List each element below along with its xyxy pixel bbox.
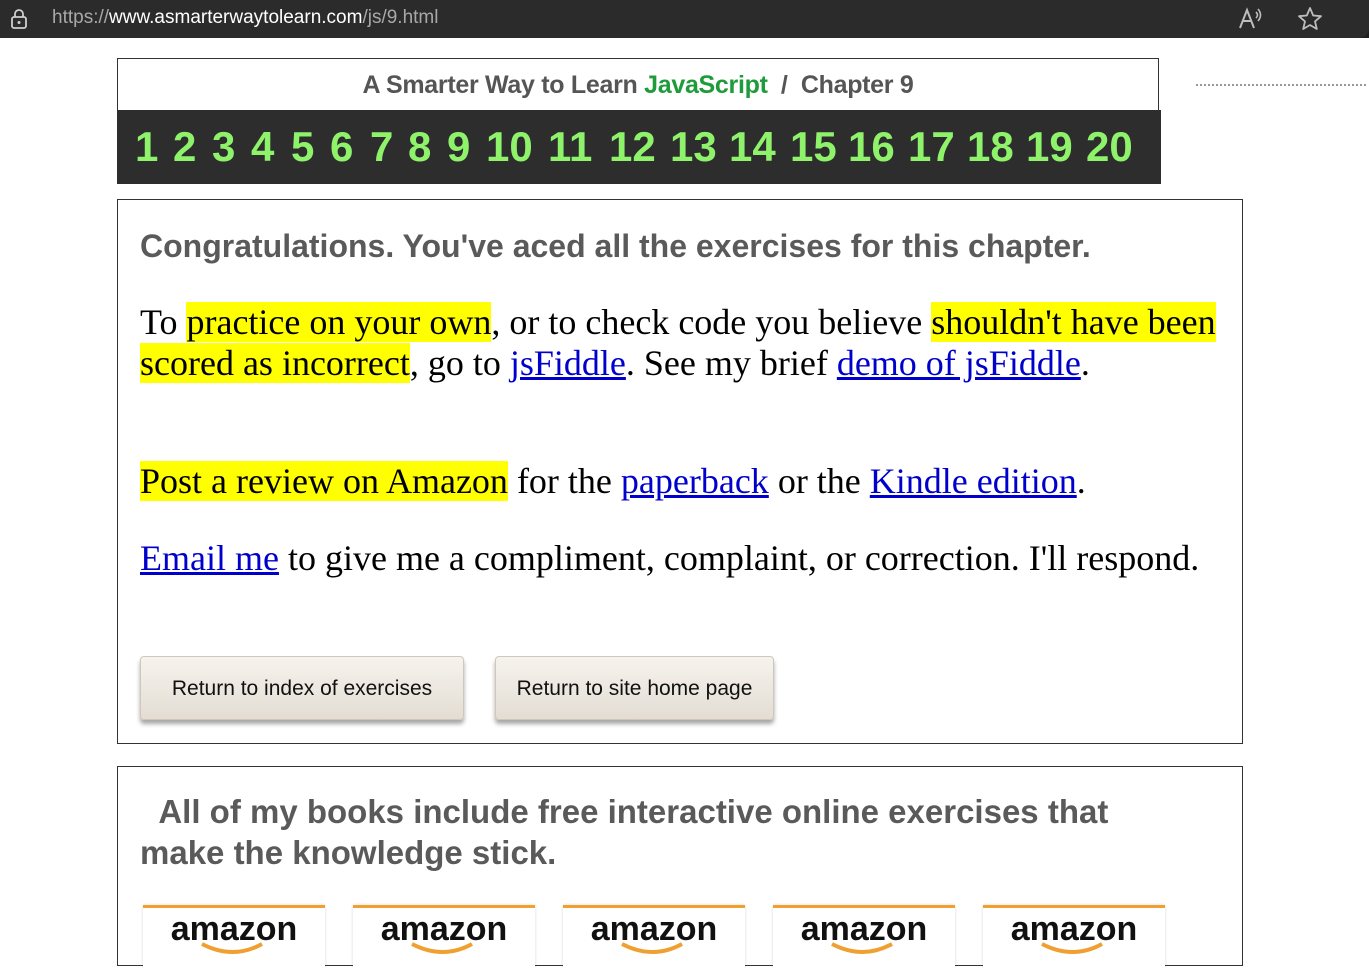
amazon-badge[interactable]: amazon <box>563 905 745 968</box>
p2-text-3: . <box>1076 461 1086 501</box>
chapter-link-20[interactable]: 20 <box>1086 122 1133 172</box>
url-scheme: https:// <box>52 7 110 28</box>
amazon-smile-icon <box>201 942 263 954</box>
address-bar[interactable]: https://www.asmarterwaytolearn.com/js/9.… <box>0 0 1369 38</box>
p3-text-1: to give me a compliment, complaint, or c… <box>278 538 1200 578</box>
chapter-link-7[interactable]: 7 <box>370 122 393 172</box>
books-heading: All of my books include free interactive… <box>140 791 1200 873</box>
books-panel: All of my books include free interactive… <box>117 766 1243 968</box>
amazon-smile-icon <box>1041 942 1103 954</box>
p2-text-2: or the <box>768 461 870 501</box>
chapter-link-12[interactable]: 12 <box>609 122 656 172</box>
email-link[interactable]: Email me <box>140 538 279 578</box>
return-index-button[interactable]: Return to index of exercises <box>140 656 464 720</box>
brand-javascript: JavaScript <box>644 71 768 99</box>
chapter-link-6[interactable]: 6 <box>330 122 353 172</box>
chapter-link-13[interactable]: 13 <box>670 122 717 172</box>
amazon-smile-icon <box>831 942 893 954</box>
amazon-badge[interactable]: amazon <box>773 905 955 968</box>
chapter-link-19[interactable]: 19 <box>1026 122 1073 172</box>
p1-text-3: , go to <box>409 343 510 383</box>
chapter-link-9[interactable]: 9 <box>447 122 470 172</box>
jsfiddle-demo-link[interactable]: demo of jsFiddle <box>837 343 1081 383</box>
chapter-link-4[interactable]: 4 <box>251 122 274 172</box>
chapter-link-17[interactable]: 17 <box>908 122 955 172</box>
url-text[interactable]: https://www.asmarterwaytolearn.com/js/9.… <box>52 7 438 29</box>
dotted-divider <box>1196 84 1366 88</box>
favorite-star-icon[interactable] <box>1296 5 1324 33</box>
return-home-button[interactable]: Return to site home page <box>495 656 774 720</box>
amazon-badge[interactable]: amazon <box>353 905 535 968</box>
chapter-link-11[interactable]: 11 <box>548 122 592 172</box>
amazon-smile-icon <box>411 942 473 954</box>
url-path: /js/9.html <box>362 7 439 28</box>
email-paragraph: Email me to give me a compliment, compla… <box>140 538 1220 579</box>
title-separator: / <box>780 71 788 99</box>
chapter-nav: 1 2 3 4 5 6 7 8 9 10 11 12 13 14 15 16 1… <box>117 110 1161 184</box>
p1-text-4: . See my brief <box>625 343 837 383</box>
review-paragraph: Post a review on Amazon for the paperbac… <box>140 461 1220 502</box>
chapter-link-5[interactable]: 5 <box>291 122 314 172</box>
highlight-review: Post a review on Amazon <box>140 461 508 501</box>
chapter-label: Chapter 9 <box>800 71 914 99</box>
jsfiddle-link[interactable]: jsFiddle <box>510 343 626 383</box>
congrats-panel: Congratulations. You've aced all the exe… <box>117 199 1243 744</box>
congrats-heading: Congratulations. You've aced all the exe… <box>140 228 1091 264</box>
highlight-practice: practice on your own <box>186 302 492 342</box>
p1-text-5: . <box>1080 343 1090 383</box>
p1-text-2: , or to check code you believe <box>491 302 932 342</box>
chapter-link-14[interactable]: 14 <box>729 122 776 172</box>
practice-paragraph: To practice on your own, or to check cod… <box>140 302 1220 384</box>
p2-text-1: for the <box>507 461 621 501</box>
amazon-badge[interactable]: amazon <box>143 905 325 968</box>
amazon-badge[interactable]: amazon <box>983 905 1165 968</box>
chapter-link-3[interactable]: 3 <box>212 122 235 172</box>
chapter-link-18[interactable]: 18 <box>967 122 1014 172</box>
lock-icon[interactable] <box>9 8 29 30</box>
chapter-header: A Smarter Way to Learn JavaScript / Chap… <box>117 58 1159 110</box>
chapter-link-16[interactable]: 16 <box>848 122 895 172</box>
chapter-link-10[interactable]: 10 <box>486 122 533 172</box>
chapter-link-8[interactable]: 8 <box>408 122 431 172</box>
books-heading-text: All of my books include free interactive… <box>140 793 1109 871</box>
read-aloud-icon[interactable] <box>1237 6 1263 32</box>
browser-toolbar: https://www.asmarterwaytolearn.com/js/9.… <box>0 0 1369 38</box>
url-domain: www.asmarterwaytolearn.com <box>109 7 363 28</box>
paperback-link[interactable]: paperback <box>621 461 769 501</box>
chapter-link-15[interactable]: 15 <box>790 122 837 172</box>
site-title: A Smarter Way to Learn <box>362 71 638 99</box>
chapter-link-2[interactable]: 2 <box>173 122 196 172</box>
amazon-smile-icon <box>621 942 683 954</box>
kindle-link[interactable]: Kindle edition <box>870 461 1077 501</box>
p1-text-1: To <box>140 302 187 342</box>
chapter-link-1[interactable]: 1 <box>135 122 158 172</box>
